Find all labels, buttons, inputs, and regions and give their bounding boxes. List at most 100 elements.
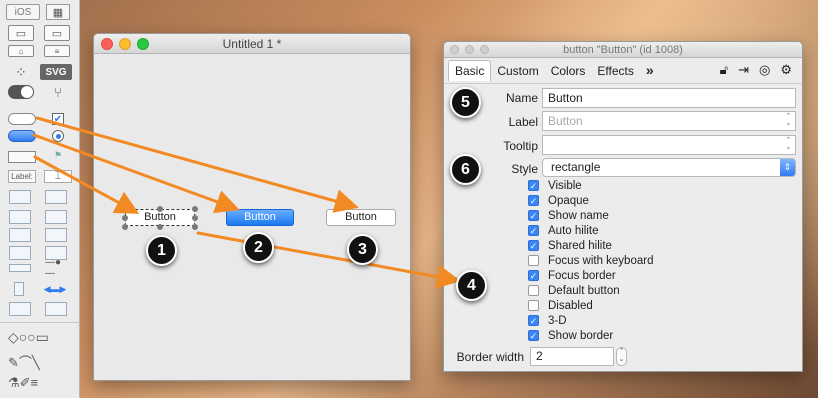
list-field-tool-icon[interactable] [9,190,31,204]
selection-handle[interactable] [122,224,128,230]
option-row[interactable]: Focus with keyboard [528,253,653,268]
checkbox-tool-icon[interactable]: ✔ [52,113,64,125]
selection-handle[interactable] [122,215,128,221]
option-row[interactable]: ✓ Show border [528,328,653,343]
tab-menu-tool-icon[interactable] [45,228,67,242]
scrollbar-tool-icon[interactable]: ◀▬▶ [40,283,70,295]
image-tool-icon[interactable] [9,302,31,316]
option-row[interactable]: Disabled [528,298,653,313]
selection-handle[interactable] [157,224,163,230]
mobile-preview-icon[interactable]: ▭ [44,25,70,41]
style-select[interactable]: rectangle ⇕ [542,158,796,177]
option-row[interactable]: ✓ Opaque [528,193,653,208]
tab-colors[interactable]: Colors [545,61,592,81]
name-field[interactable]: Button [542,88,796,108]
stack-window[interactable]: Untitled 1 * Button Button Button [93,33,411,381]
border-width-stepper-icon[interactable]: ⌃ ⌄ [616,347,627,366]
spinner-icon[interactable]: ⁘ [12,64,30,80]
shape-tools[interactable]: ◇○○▭ [8,329,78,345]
desktop-preview-icon[interactable]: ▭ [8,25,34,41]
property-inspector[interactable]: button "Button" (id 1008) Basic Custom C… [443,41,803,372]
more-tabs-icon[interactable]: » [640,61,660,81]
line-tools[interactable]: ✎⌒╲ [8,354,78,370]
scroll-field-tool-icon[interactable] [9,210,31,224]
grid-tool-icon[interactable]: ▦ [46,4,70,20]
option-row[interactable]: ✓ Shared hilite [528,238,653,253]
tab-custom[interactable]: Custom [491,61,544,81]
label-field[interactable]: Button [542,111,796,131]
option-label: Focus with keyboard [548,254,654,267]
progress-tool-icon[interactable] [9,264,31,272]
inspector-titlebar[interactable]: button "Button" (id 1008) [444,42,802,58]
export-icon[interactable]: ⇥ [738,62,749,78]
zoom-icon[interactable] [137,38,149,50]
checkbox[interactable] [528,300,539,311]
svg-tool[interactable]: SVG [40,64,72,80]
checkbox[interactable]: ✓ [528,210,539,221]
target-icon[interactable]: ◎ [759,62,770,78]
options-list: ✓ Visible ✓ Opaque ✓ Show name ✓ Auto hilite ✓ Sh… [528,178,653,343]
checkbox[interactable]: ✓ [528,330,539,341]
paint-tools[interactable]: ⚗✐≡ [8,375,78,390]
table-field-tool-icon[interactable] [45,190,67,204]
selection-handle[interactable] [192,215,198,221]
checkbox[interactable]: ✓ [528,240,539,251]
close-icon[interactable] [450,45,459,54]
border-width-label: Border width [456,350,524,364]
tooltip-label: Tooltip [503,139,538,153]
player-tool-icon[interactable] [45,302,67,316]
style-value: rectangle [551,160,601,174]
label-tool[interactable]: Label: [8,170,36,183]
menu-tool-icon[interactable] [9,228,31,242]
checkbox[interactable]: ✓ [528,225,539,236]
callout-5: 5 [450,87,481,118]
rectangle-button-tool[interactable] [8,151,36,163]
selection-handle[interactable] [192,206,198,212]
option-row[interactable]: ✓ Auto hilite [528,223,653,238]
option-row[interactable]: ✓ Focus border [528,268,653,283]
checkbox[interactable] [528,255,539,266]
checkbox[interactable]: ✓ [528,315,539,326]
checkbox[interactable]: ✓ [528,195,539,206]
zoom-icon[interactable] [480,45,489,54]
data-grid-tool-icon[interactable] [45,210,67,224]
option-row[interactable]: ✓ Visible [528,178,653,193]
tree-tool-icon[interactable]: ⑂ [50,84,66,100]
checkbox[interactable]: ✓ [528,270,539,281]
selection-handle[interactable] [192,224,198,230]
default-button[interactable]: Button [226,209,294,226]
stepper-tool-icon[interactable] [14,282,24,296]
option-row[interactable]: Default button [528,283,653,298]
stack-titlebar[interactable]: Untitled 1 * [94,34,410,54]
tooltip-stepper-icon[interactable]: ⌃ ⌄ [784,137,793,151]
option-menu-tool-icon[interactable] [9,246,31,260]
round-button-tool[interactable] [8,113,36,125]
switch-tool-icon[interactable] [8,85,34,99]
chevron-updown-icon[interactable]: ⇕ [780,159,795,176]
slider-tool-icon[interactable]: —●— [45,257,69,279]
default-button-tool[interactable] [8,130,36,142]
option-row[interactable]: ✓ Show name [528,208,653,223]
minimize-icon[interactable] [119,38,131,50]
tab-basic[interactable]: Basic [448,60,492,81]
minimize-icon[interactable] [465,45,474,54]
ios-tool[interactable]: iOS [6,4,40,20]
border-width-field[interactable]: 2 [530,347,614,366]
tooltip-field[interactable] [542,135,796,155]
checkbox[interactable]: ✓ [528,180,539,191]
selection-handle[interactable] [122,206,128,212]
checkbox[interactable] [528,285,539,296]
align-icon[interactable]: ≡ [44,45,70,57]
close-icon[interactable] [101,38,113,50]
label-stepper-icon[interactable]: ⌃ ⌄ [784,113,793,127]
tab-effects[interactable]: Effects [591,61,639,81]
tools-toggle-icon[interactable]: ⌂ [8,45,34,57]
radio-tool-icon[interactable] [52,130,64,142]
lock-icon[interactable]: 🔓︎ [720,62,728,78]
option-row[interactable]: ✓ 3-D [528,313,653,328]
gear-icon[interactable]: ⚙ [780,62,792,78]
standard-button[interactable]: Button [326,209,396,226]
flag-tool-icon[interactable]: ⚑ [52,149,64,161]
selection-handle[interactable] [157,206,163,212]
field-tool[interactable]: ⌶ [44,170,72,183]
